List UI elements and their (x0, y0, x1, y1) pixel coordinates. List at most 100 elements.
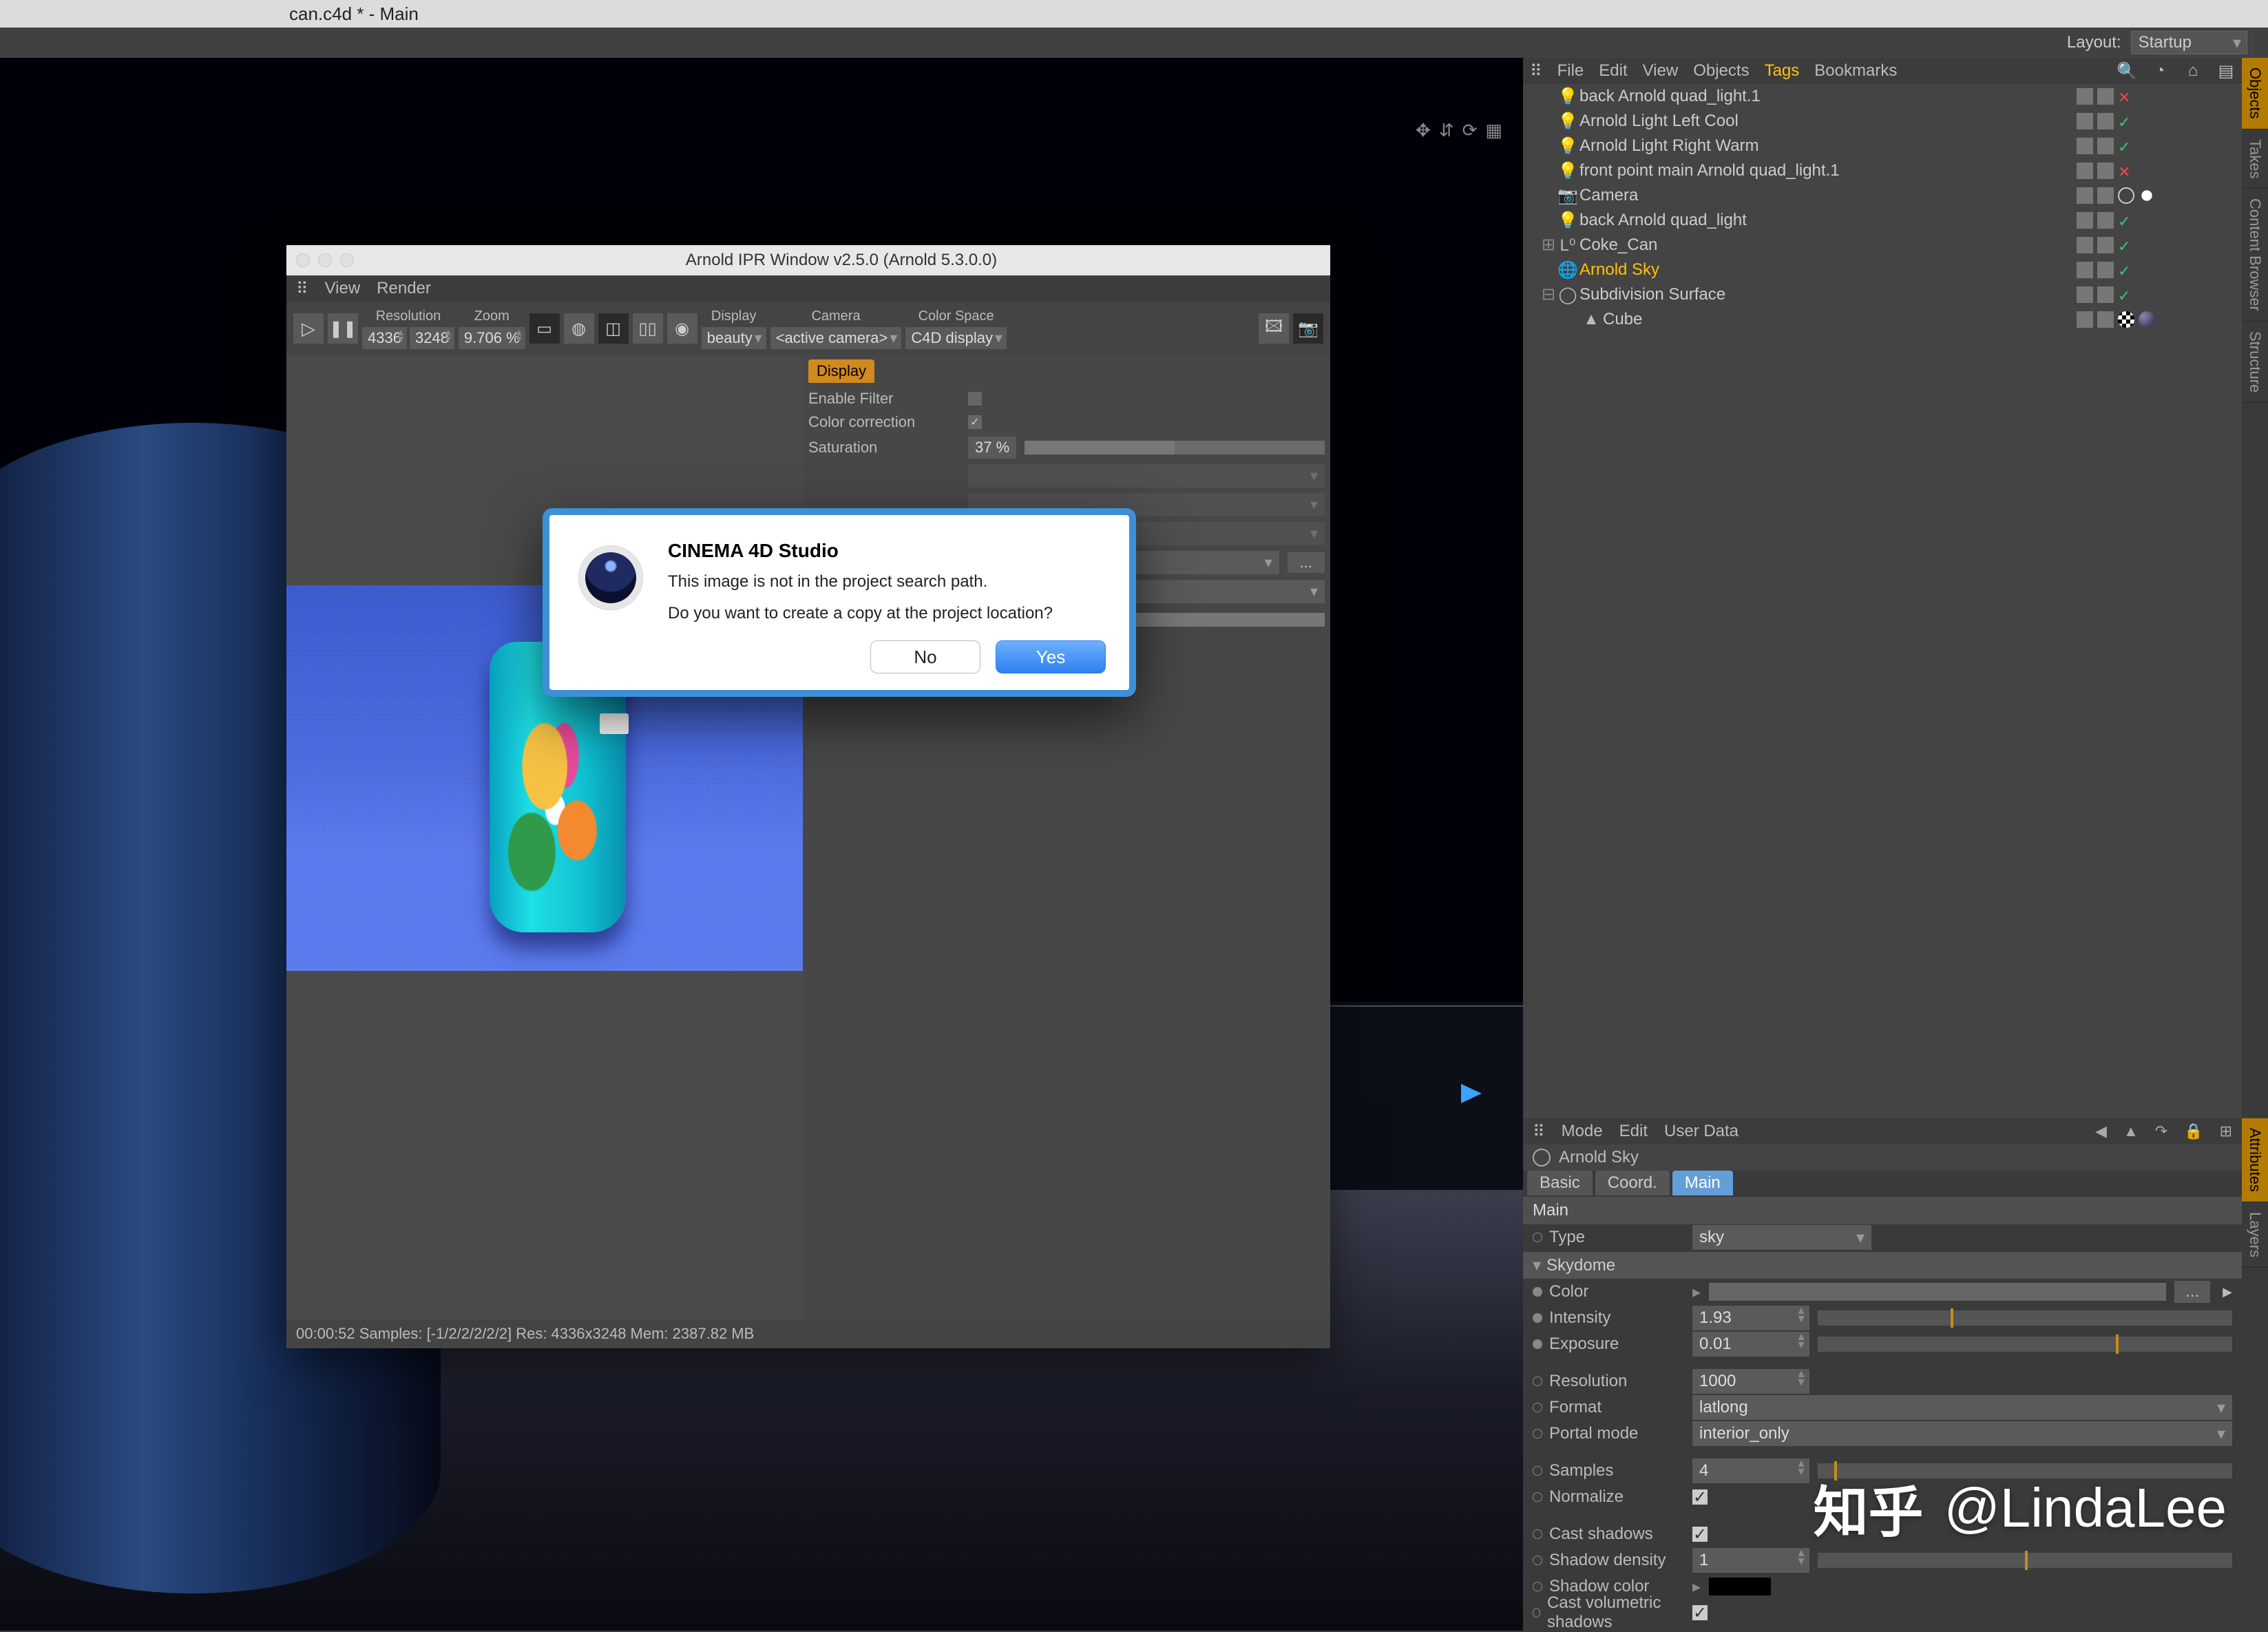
object-row[interactable]: 💡back Arnold quad_light.1 (1523, 84, 2242, 109)
object-label[interactable]: Cube (1603, 310, 2077, 329)
yes-button[interactable]: Yes (996, 640, 1106, 673)
object-label[interactable]: Camera (1579, 186, 2077, 205)
shadowdensity-field[interactable]: 1▲▼ (1692, 1548, 1809, 1573)
flag-gray[interactable] (2077, 138, 2093, 154)
object-label[interactable]: front point main Arnold quad_light.1 (1579, 161, 2077, 180)
attr-menu-mode[interactable]: Mode (1562, 1122, 1603, 1141)
flag-gray[interactable] (2077, 237, 2093, 253)
flag-sphere[interactable] (2139, 311, 2155, 328)
object-label[interactable]: back Arnold quad_light.1 (1579, 87, 2077, 106)
color-menu-icon[interactable]: ▶ (2223, 1285, 2232, 1299)
om-menu-view[interactable]: View (1643, 61, 1679, 81)
object-label[interactable]: back Arnold quad_light (1579, 211, 2077, 230)
layout-icon[interactable]: ▦ (1485, 120, 1502, 141)
pause-button[interactable]: ❚❚ (328, 313, 358, 344)
no-button[interactable]: No (870, 640, 980, 673)
grip-icon[interactable]: ⠿ (1530, 61, 1542, 81)
om-menu-objects[interactable]: Objects (1693, 61, 1749, 81)
castshadows-checkbox[interactable]: ✓ (1692, 1527, 1708, 1542)
om-menu-file[interactable]: File (1557, 61, 1584, 81)
back-icon[interactable]: ◀ (2095, 1122, 2107, 1140)
flag-gray[interactable] (2097, 311, 2114, 328)
ipr-window[interactable]: Arnold IPR Window v2.5.0 (Arnold 5.3.0.0… (286, 245, 1330, 1348)
flag-gray[interactable] (2077, 187, 2093, 204)
resolution-field[interactable]: 1000▲▼ (1692, 1369, 1809, 1394)
object-row[interactable]: 💡Arnold Light Left Cool (1523, 109, 2242, 134)
flag-gray[interactable] (2097, 113, 2114, 129)
vtab-content-browser[interactable]: Content Browser (2242, 189, 2268, 322)
exposure-field[interactable]: 0.01▲▼ (1692, 1332, 1809, 1357)
object-row[interactable]: ▲Cube (1523, 307, 2242, 332)
camera-dropdown[interactable]: <active camera> (770, 327, 902, 349)
normalize-checkbox[interactable]: ✓ (1692, 1489, 1708, 1505)
color-correction-checkbox[interactable]: ✓ (968, 415, 982, 429)
zoom-field[interactable]: 9.706 %▲▼ (459, 327, 525, 349)
hidden-dropdown[interactable] (968, 464, 1325, 488)
flag-gray[interactable] (2097, 286, 2114, 303)
flag-gray[interactable] (2097, 163, 2114, 179)
shadowdensity-slider[interactable] (1818, 1553, 2232, 1568)
flag-gray[interactable] (2097, 88, 2114, 105)
flag-gray[interactable] (2097, 187, 2114, 204)
color-browse-button[interactable]: ... (2174, 1281, 2210, 1303)
saturation-field[interactable]: 37 % (968, 437, 1016, 459)
pan-icon[interactable]: ✥ (1416, 120, 1431, 141)
samples-field[interactable]: 4▲▼ (1692, 1458, 1809, 1483)
flag-gray[interactable] (2077, 113, 2093, 129)
vtab-structure[interactable]: Structure (2242, 322, 2268, 403)
flag-checker[interactable] (2118, 311, 2134, 328)
minimize-icon[interactable] (318, 253, 332, 267)
ipr-menu-view[interactable]: View (325, 279, 361, 298)
region-icon[interactable]: ▭ (529, 313, 560, 344)
flag-gray[interactable] (2077, 262, 2093, 278)
vtab-takes[interactable]: Takes (2242, 129, 2268, 189)
flag-gray[interactable] (2097, 212, 2114, 229)
close-icon[interactable] (296, 253, 310, 267)
funnel-icon[interactable]: ▤ (2217, 62, 2235, 80)
flag-green[interactable] (2118, 212, 2134, 229)
flag-gray[interactable] (2077, 311, 2093, 328)
flag-green[interactable] (2118, 237, 2134, 253)
flag-green[interactable] (2118, 262, 2134, 278)
object-row[interactable]: 💡front point main Arnold quad_light.1 (1523, 158, 2242, 183)
grip-icon[interactable]: ⠿ (296, 279, 308, 299)
ipr-titlebar[interactable]: Arnold IPR Window v2.5.0 (Arnold 5.3.0.0… (286, 245, 1330, 275)
zoom-icon[interactable] (340, 253, 354, 267)
expander-icon[interactable]: ⊞ (1541, 235, 1556, 255)
om-menu-edit[interactable]: Edit (1599, 61, 1627, 81)
eye-icon[interactable]: ◔ (2151, 62, 2169, 80)
flag-gray[interactable] (2097, 138, 2114, 154)
samples-slider[interactable] (1818, 1463, 2232, 1478)
color-field[interactable] (1709, 1283, 2166, 1301)
flag-green[interactable] (2118, 286, 2134, 303)
object-label[interactable]: Subdivision Surface (1579, 285, 2077, 304)
flag-gray[interactable] (2077, 212, 2093, 229)
om-menu-tags[interactable]: Tags (1765, 61, 1800, 81)
display-dropdown[interactable]: beauty (702, 327, 766, 349)
orbit-icon[interactable]: ⟳ (1462, 120, 1478, 141)
vtab-layers[interactable]: Layers (2242, 1202, 2268, 1268)
snapshot-icon[interactable]: 📷 (1293, 313, 1323, 344)
intensity-slider[interactable] (1818, 1310, 2232, 1326)
home-icon[interactable]: ⌂ (2184, 62, 2202, 80)
flag-teapot[interactable] (2139, 187, 2155, 204)
flag-gray[interactable] (2097, 262, 2114, 278)
flag-green[interactable] (2118, 138, 2134, 154)
attr-menu-edit[interactable]: Edit (1619, 1122, 1648, 1141)
fwd-icon[interactable]: ↷ (2155, 1122, 2167, 1140)
picker-icon[interactable]: ◉ (667, 313, 697, 344)
crop-icon[interactable]: ◫ (598, 313, 629, 344)
flag-gray[interactable] (2077, 163, 2093, 179)
portal-dropdown[interactable]: interior_only (1692, 1421, 2232, 1446)
object-row[interactable]: 💡Arnold Light Right Warm (1523, 134, 2242, 158)
tab-coord[interactable]: Coord. (1595, 1171, 1670, 1195)
object-row[interactable]: ⊟◯Subdivision Surface (1523, 282, 2242, 307)
flag-gray[interactable] (2077, 286, 2093, 303)
object-label[interactable]: Arnold Light Left Cool (1579, 112, 2077, 131)
format-dropdown[interactable]: latlong (1692, 1395, 2232, 1420)
ipr-menu-render[interactable]: Render (377, 279, 431, 298)
res-w-field[interactable]: 4336▲▼ (362, 327, 407, 349)
res-h-field[interactable]: 3248▲▼ (410, 327, 454, 349)
saturation-slider[interactable] (1025, 441, 1325, 454)
tab-basic[interactable]: Basic (1527, 1171, 1593, 1195)
